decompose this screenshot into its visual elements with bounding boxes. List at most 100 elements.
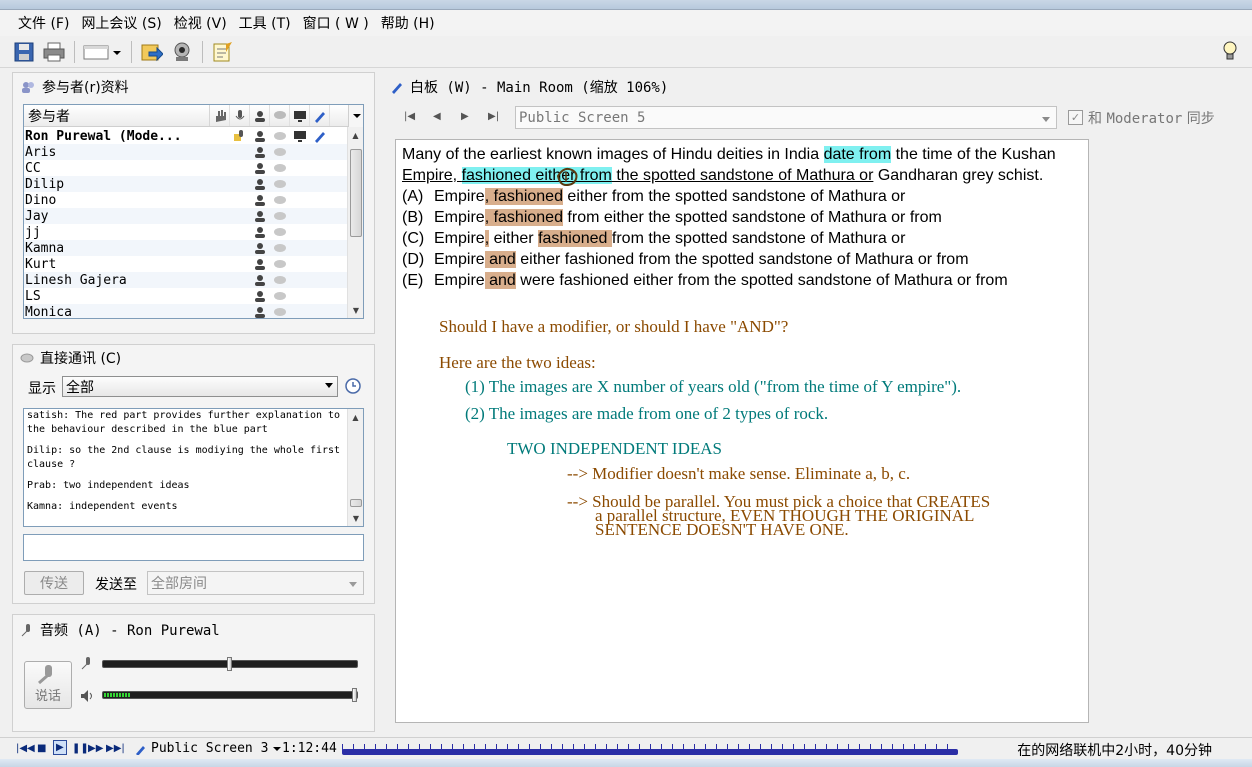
participant-row[interactable]: LS bbox=[24, 288, 348, 304]
timeline-tick bbox=[606, 744, 607, 753]
menu-window[interactable]: 窗口 ( W ) bbox=[297, 11, 375, 35]
prev-page-icon[interactable]: ◀ bbox=[433, 111, 441, 122]
participant-row[interactable]: Monica bbox=[24, 304, 348, 318]
chat-bubble-icon bbox=[270, 195, 290, 205]
chat-bubble-icon bbox=[270, 243, 290, 253]
menu-tools[interactable]: 工具 (T) bbox=[233, 11, 297, 35]
timeline-tick bbox=[639, 744, 640, 753]
user-icon[interactable] bbox=[250, 105, 270, 126]
chat-filter-value: 全部 bbox=[66, 379, 94, 396]
speaker-volume-thumb[interactable] bbox=[352, 688, 357, 702]
chat-panel-title: 直接通讯 (C) bbox=[20, 348, 121, 368]
mic-volume-thumb[interactable] bbox=[227, 657, 232, 671]
user-icon bbox=[250, 162, 270, 174]
timeline-tick bbox=[903, 744, 904, 753]
menu-help[interactable]: 帮助 (H) bbox=[375, 11, 441, 35]
participant-name: CC bbox=[25, 160, 41, 176]
chat-filter-select[interactable]: 全部 bbox=[62, 376, 338, 397]
scroll-up-icon[interactable]: ▲ bbox=[348, 409, 363, 425]
print-icon[interactable] bbox=[42, 40, 66, 64]
participant-row[interactable]: Jay bbox=[24, 208, 348, 224]
pause-icon[interactable]: ❚❚ bbox=[72, 743, 89, 754]
participant-row[interactable]: jj bbox=[24, 224, 348, 240]
menu-meeting[interactable]: 网上会议 (S) bbox=[75, 11, 167, 35]
chat-scrollbar[interactable]: ▲ ▼ bbox=[347, 409, 363, 526]
share-icon[interactable] bbox=[140, 40, 164, 64]
participants-options-dropdown[interactable] bbox=[348, 105, 363, 127]
timeline-tick bbox=[474, 744, 475, 753]
scroll-down-icon[interactable]: ▼ bbox=[348, 302, 363, 318]
scroll-thumb[interactable] bbox=[350, 499, 362, 507]
scroll-thumb[interactable] bbox=[350, 149, 362, 237]
skip-end-icon[interactable]: ▶▶| bbox=[106, 743, 125, 754]
chat-bubble-icon[interactable] bbox=[270, 105, 290, 126]
chat-bubble-icon bbox=[270, 163, 290, 173]
whiteboard-canvas[interactable]: Many of the earliest known images of Hin… bbox=[395, 139, 1089, 723]
screen-icon[interactable] bbox=[290, 105, 310, 126]
user-icon bbox=[250, 306, 270, 318]
notes-icon[interactable] bbox=[211, 40, 235, 64]
chat-message: Kamna: independent events bbox=[27, 501, 178, 512]
note-line: --> Modifier doesn't make sense. Elimina… bbox=[567, 464, 911, 483]
layout-dropdown-icon[interactable] bbox=[83, 40, 123, 64]
timeline-tick bbox=[650, 744, 651, 753]
sync-checkbox[interactable]: ✓ bbox=[1068, 110, 1083, 125]
rewind-start-icon[interactable]: |◀◀ bbox=[16, 743, 35, 754]
participant-name: LS bbox=[25, 288, 41, 304]
participants-column-header[interactable]: 参与者 bbox=[24, 105, 210, 126]
participant-row[interactable]: Kurt bbox=[24, 256, 348, 272]
webcam-icon[interactable] bbox=[170, 40, 194, 64]
participant-row[interactable]: Kamna bbox=[24, 240, 348, 256]
speaker-volume-slider[interactable] bbox=[102, 691, 358, 699]
menu-bar: 文件 (F) 网上会议 (S) 检视 (V) 工具 (T) 窗口 ( W ) 帮… bbox=[0, 10, 1252, 36]
participant-row[interactable]: Ron Purewal (Mode... bbox=[24, 128, 348, 144]
stop-icon[interactable]: ■ bbox=[37, 743, 46, 754]
participant-row[interactable]: Aris bbox=[24, 144, 348, 160]
timeline-tick bbox=[892, 744, 893, 753]
participant-row[interactable]: CC bbox=[24, 160, 348, 176]
timeline-tick bbox=[463, 744, 464, 753]
fast-forward-icon[interactable]: ▶▶ bbox=[88, 743, 103, 754]
chat-input[interactable] bbox=[23, 534, 364, 561]
menu-view[interactable]: 检视 (V) bbox=[168, 11, 233, 35]
timeline-tick bbox=[870, 744, 871, 753]
chevron-down-icon bbox=[1042, 117, 1050, 122]
participants-list-box: 参与者 Ron Purewal (Mode... Aris CC Dilip D… bbox=[23, 104, 364, 319]
playback-timeline[interactable] bbox=[342, 744, 958, 755]
save-icon[interactable] bbox=[12, 40, 36, 64]
timeline-tick bbox=[496, 744, 497, 753]
user-icon bbox=[250, 210, 270, 222]
audio-panel-title: 音频 (A) - Ron Purewal bbox=[20, 620, 220, 640]
user-icon bbox=[250, 194, 270, 206]
participants-icon bbox=[22, 82, 34, 93]
clock-icon[interactable] bbox=[345, 378, 361, 398]
participants-scrollbar[interactable]: ▲ ▼ bbox=[347, 127, 363, 318]
play-icon[interactable]: ▶ bbox=[53, 740, 67, 755]
last-page-icon[interactable]: ▶| bbox=[488, 111, 499, 122]
timeline-tick bbox=[716, 744, 717, 753]
playback-screen-select[interactable]: Public Screen 3 bbox=[135, 741, 282, 756]
timeline-tick bbox=[518, 744, 519, 753]
whiteboard-panel-title: 白板 (W) - Main Room (缩放 106%) bbox=[390, 77, 668, 97]
participant-row[interactable]: Dino bbox=[24, 192, 348, 208]
menu-file[interactable]: 文件 (F) bbox=[12, 11, 75, 35]
scroll-down-icon[interactable]: ▼ bbox=[348, 510, 363, 526]
timeline-tick bbox=[760, 744, 761, 753]
participant-row[interactable]: Linesh Gajera bbox=[24, 272, 348, 288]
raise-hand-icon[interactable] bbox=[210, 105, 230, 126]
pen-icon[interactable] bbox=[310, 105, 330, 126]
timeline-tick bbox=[430, 744, 431, 753]
send-button[interactable]: 传送 bbox=[24, 571, 84, 595]
participant-row[interactable]: Dilip bbox=[24, 176, 348, 192]
send-to-select[interactable]: 全部房间 bbox=[147, 571, 364, 595]
screen-select[interactable]: Public Screen 5 bbox=[515, 106, 1057, 129]
handwritten-notes: Should I have a modifier, or should I ha… bbox=[396, 140, 1086, 720]
lightbulb-icon[interactable] bbox=[1222, 41, 1238, 65]
screen-icon bbox=[290, 130, 310, 142]
talk-button[interactable]: 说话 bbox=[24, 661, 72, 709]
first-page-icon[interactable]: |◀ bbox=[404, 111, 415, 122]
microphone-icon[interactable] bbox=[230, 105, 250, 126]
next-page-icon[interactable]: ▶ bbox=[461, 111, 469, 122]
scroll-up-icon[interactable]: ▲ bbox=[348, 127, 363, 143]
user-icon bbox=[250, 146, 270, 158]
